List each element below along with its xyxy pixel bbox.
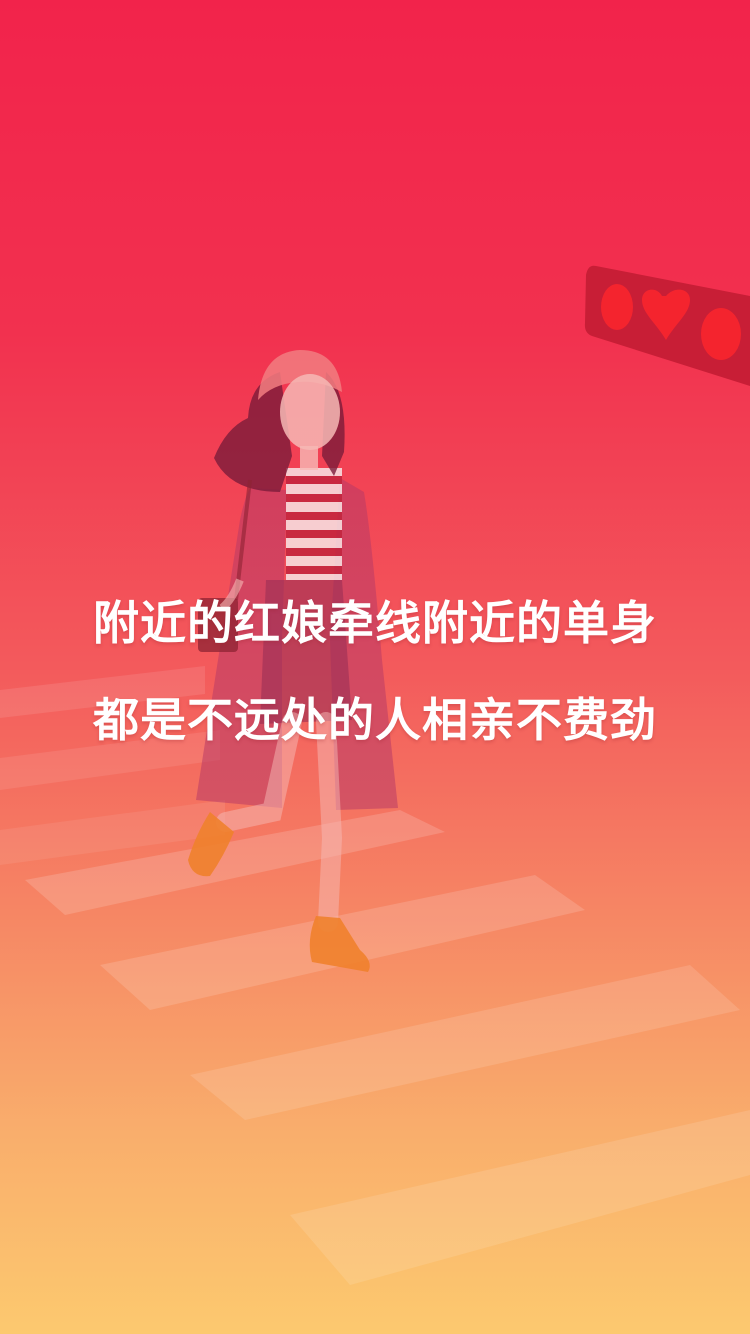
splash-illustration — [0, 265, 750, 1285]
slogan-line-2: 都是不远处的人相亲不费劲 — [93, 693, 657, 747]
splash-screen: 附近的红娘牵线附近的单身 都是不远处的人相亲不费劲 — [0, 0, 750, 1334]
slogan-line-1: 附近的红娘牵线附近的单身 — [93, 596, 657, 650]
heart-traffic-light-icon — [584, 265, 750, 386]
